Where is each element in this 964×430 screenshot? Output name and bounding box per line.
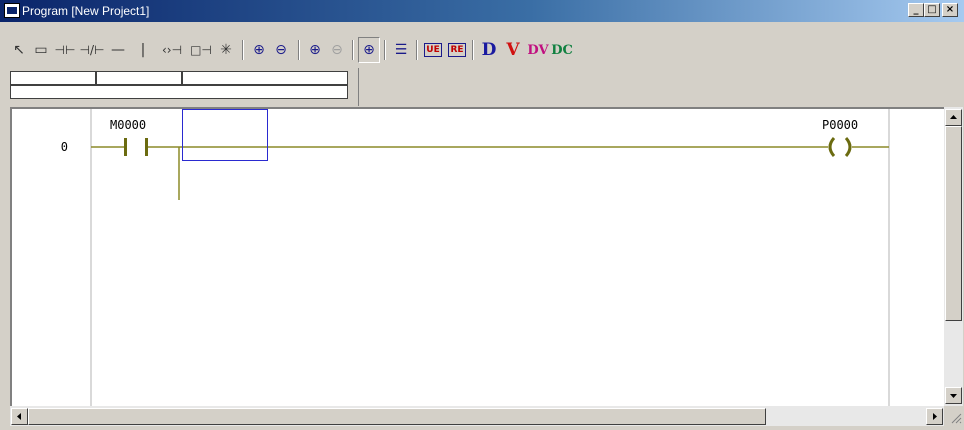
vertical-scroll-thumb[interactable] <box>945 126 962 321</box>
horizontal-line-tool[interactable]: — <box>106 37 130 63</box>
zoom-in-tool[interactable]: ⊕ <box>248 37 270 63</box>
normally-open-contact-tool[interactable]: ⊣⊢ <box>52 37 78 63</box>
d-tool[interactable]: D <box>478 37 500 63</box>
select-arrow-tool[interactable]: ↖ <box>8 37 30 63</box>
toolbar-separator <box>242 40 244 60</box>
horizontal-line-icon: — <box>111 42 125 58</box>
d-icon: D <box>481 40 497 60</box>
special-tool[interactable]: ✳ <box>214 37 238 63</box>
arrow-left-icon <box>17 413 21 420</box>
dc-tool[interactable]: DC <box>550 37 574 63</box>
output-coil[interactable] <box>828 137 852 157</box>
closed-contact-icon: ⊣/⊢ <box>79 43 105 57</box>
ladder-diagram: 0 M0000 P0000 <box>61 109 890 406</box>
close-button[interactable]: × <box>942 3 958 17</box>
asterisk-icon: ✳ <box>220 42 232 58</box>
v-icon: V <box>506 40 520 60</box>
normally-open-contact[interactable] <box>124 138 148 156</box>
vertical-line-icon: | <box>140 42 146 58</box>
dv-icon: DV <box>527 42 549 58</box>
minimize-button[interactable]: _ <box>908 3 924 17</box>
title-bar[interactable]: Program [New Project1] _ □ × <box>0 0 964 22</box>
dc-icon: DC <box>551 42 573 58</box>
rectangle-icon: ▭ <box>34 42 48 58</box>
function-block-tool[interactable]: □⊣ <box>188 37 214 63</box>
scroll-up-button[interactable] <box>945 109 962 126</box>
align-text-tool[interactable]: ☰ <box>390 37 412 63</box>
horizontal-scrollbar[interactable] <box>10 406 944 426</box>
arrow-down-icon <box>950 394 957 398</box>
program-window-icon <box>4 3 20 18</box>
zoom-out-tool[interactable]: ⊖ <box>270 37 292 63</box>
panel-divider <box>358 68 359 106</box>
arrow-up-icon <box>950 115 957 119</box>
contact-label: M0000 <box>110 118 146 132</box>
scroll-right-button[interactable] <box>926 408 943 425</box>
maximize-button[interactable]: □ <box>924 3 940 17</box>
select-arrow-icon: ↖ <box>13 42 25 58</box>
toolbar-separator <box>472 40 474 60</box>
toolbar-separator <box>298 40 300 60</box>
function-block-icon: □⊣ <box>190 43 212 57</box>
scroll-left-button[interactable] <box>11 408 28 425</box>
window-title: Program [New Project1] <box>22 4 150 18</box>
contact-left-plate <box>124 138 127 156</box>
output-coil-tool[interactable]: ‹›⊣ <box>156 37 188 63</box>
rectangle-select-tool[interactable]: ▭ <box>30 37 52 63</box>
zoom-out-disabled-tool[interactable]: ⊖ <box>326 37 348 63</box>
re-tool[interactable]: RE <box>446 37 468 63</box>
zoom-out-icon: ⊖ <box>275 42 287 58</box>
toolbar: ↖ ▭ ⊣⊢ ⊣/⊢ — | ‹›⊣ □⊣ ✳ ⊕ ⊖ ⊕ ⊖ ⊕ ☰ UE R… <box>8 37 666 67</box>
zoom-in-icon: ⊕ <box>253 42 265 58</box>
size-grip[interactable] <box>944 406 964 426</box>
re-icon: RE <box>448 43 466 57</box>
zoom-in-red-tool[interactable]: ⊕ <box>304 37 326 63</box>
toolbar-separator <box>352 40 354 60</box>
toolbar-separator <box>384 40 386 60</box>
v-tool[interactable]: V <box>502 37 524 63</box>
zoom-fit-icon: ⊕ <box>363 42 375 58</box>
coil-right-arc <box>844 137 852 157</box>
property-field-2[interactable] <box>96 71 182 85</box>
contact-right-plate <box>145 138 148 156</box>
scroll-down-button[interactable] <box>945 387 962 404</box>
property-field-3[interactable] <box>182 71 348 85</box>
dv-tool[interactable]: DV <box>526 37 550 63</box>
property-field-1[interactable] <box>10 71 96 85</box>
vertical-line-tool[interactable]: | <box>130 37 156 63</box>
horizontal-scroll-thumb[interactable] <box>28 408 766 425</box>
zoom-out-disabled-icon: ⊖ <box>331 42 343 58</box>
coil-label: P0000 <box>822 118 858 132</box>
vertical-scrollbar[interactable] <box>944 107 963 406</box>
coil-icon: ‹›⊣ <box>161 43 183 57</box>
ue-icon: UE <box>424 43 442 57</box>
zoom-in-red-icon: ⊕ <box>309 42 321 58</box>
resize-grip-icon <box>951 413 962 424</box>
ladder-editor[interactable]: 0 M0000 P0000 <box>10 107 944 406</box>
zoom-fit-tool[interactable]: ⊕ <box>358 37 380 63</box>
ue-tool[interactable]: UE <box>422 37 444 63</box>
open-contact-icon: ⊣⊢ <box>54 43 76 57</box>
toolbar-separator <box>416 40 418 60</box>
arrow-right-icon <box>933 413 937 420</box>
property-fields <box>10 71 348 101</box>
coil-left-arc <box>828 137 836 157</box>
rung-number: 0 <box>61 140 68 154</box>
align-text-icon: ☰ <box>394 42 408 58</box>
edit-cursor <box>182 109 268 161</box>
comment-field[interactable] <box>10 85 348 99</box>
normally-closed-contact-tool[interactable]: ⊣/⊢ <box>78 37 106 63</box>
